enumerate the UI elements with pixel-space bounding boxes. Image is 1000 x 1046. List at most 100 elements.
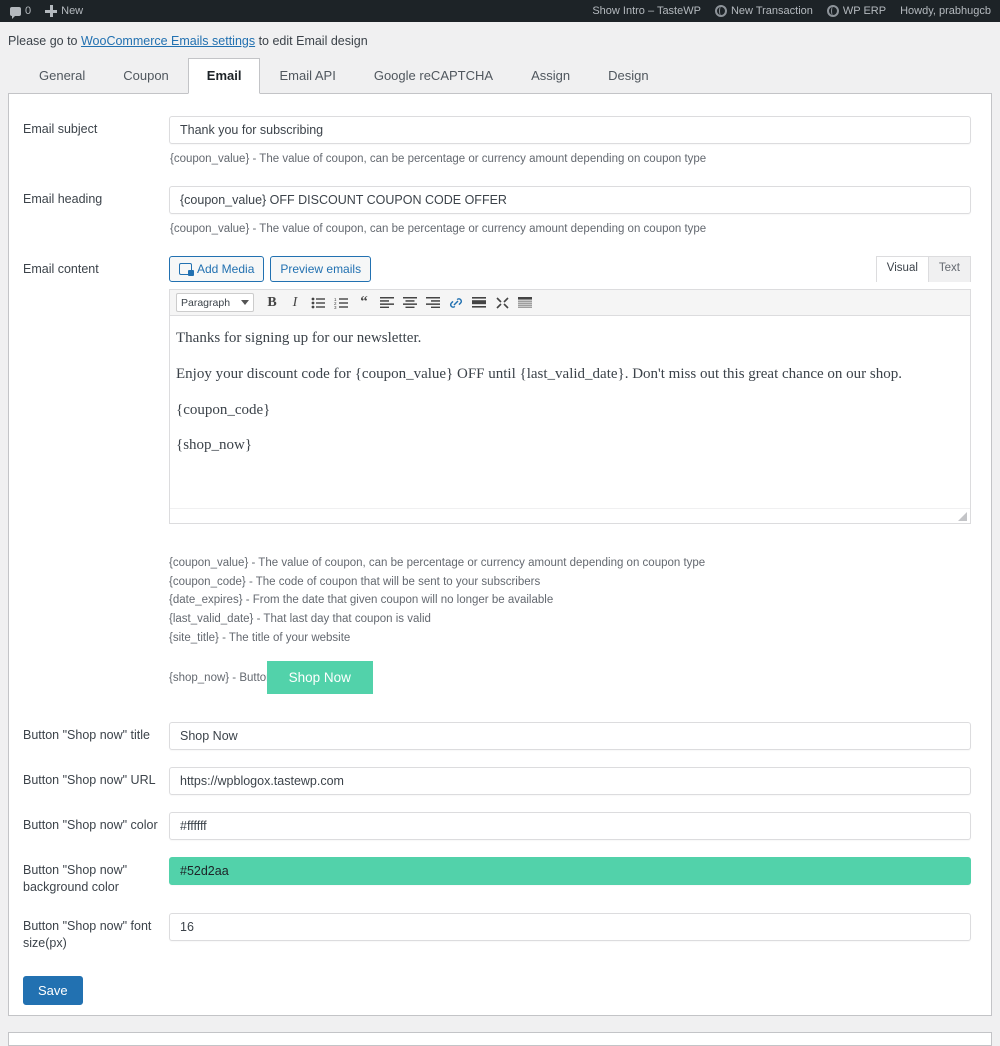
editor-footer xyxy=(170,508,970,524)
svg-text:3: 3 xyxy=(334,305,337,309)
field-row-email-content: Email content Add Media Preview emails V… xyxy=(9,256,991,695)
wp-erp-label: WP ERP xyxy=(842,5,887,17)
notice-text-after: to edit Email design xyxy=(255,34,368,48)
editor-paragraph-1: Thanks for signing up for our newsletter… xyxy=(176,330,422,347)
admin-bar-item-wp-erp[interactable]: WP ERP xyxy=(820,0,893,22)
field-row-email-heading: Email heading {coupon_value} - The value… xyxy=(9,185,991,238)
new-transaction-label: New Transaction xyxy=(730,5,813,17)
editor-paragraph-2: Enjoy your discount code for {coupon_val… xyxy=(176,365,902,382)
label-button-title: Button "Shop now" title xyxy=(23,728,151,743)
admin-bar-item-comments[interactable]: 0 xyxy=(6,0,38,22)
hint-email-subject: {coupon_value} - The value of coupon, ca… xyxy=(170,152,707,165)
chevron-down-icon xyxy=(241,300,249,306)
shortcode-legend: {coupon_value} - The value of coupon, ca… xyxy=(169,550,971,647)
bulleted-list-icon[interactable] xyxy=(308,293,328,313)
shop-now-preview-row: {shop_now} - Button Shop Now xyxy=(169,661,971,695)
label-email-subject: Email subject xyxy=(23,121,98,136)
editor-paragraph-3: {coupon_code} xyxy=(176,401,271,418)
admin-bar-right: Show Intro – TasteWP New Transaction WP … xyxy=(585,0,1000,22)
media-icon xyxy=(179,263,194,277)
label-email-heading: Email heading xyxy=(23,191,103,206)
editor-content-area[interactable]: Thanks for signing up for our newsletter… xyxy=(170,316,970,508)
tab-design[interactable]: Design xyxy=(589,58,667,94)
link-icon[interactable] xyxy=(446,293,466,313)
editor-resize-handle[interactable] xyxy=(958,512,967,522)
field-row-button-title: Button "Shop now" title xyxy=(9,722,991,751)
panel-bottom-strip xyxy=(8,1031,992,1046)
editor-tab-text[interactable]: Text xyxy=(927,256,971,282)
admin-bar: 0 New Show Intro – TasteWP New Transacti… xyxy=(0,0,1000,22)
editor-tab-visual[interactable]: Visual xyxy=(875,256,929,282)
italic-icon[interactable]: I xyxy=(285,293,305,313)
format-select-value: Paragraph xyxy=(181,296,231,309)
shortcode-item: {last_valid_date} - That last day that c… xyxy=(169,612,431,625)
field-row-email-subject: Email subject {coupon_value} - The value… xyxy=(9,115,991,168)
email-settings-panel: Email subject {coupon_value} - The value… xyxy=(8,93,992,1016)
tab-email-api[interactable]: Email API xyxy=(260,58,354,94)
field-row-button-url: Button "Shop now" URL xyxy=(9,767,991,796)
numbered-list-icon[interactable]: 123 xyxy=(331,293,351,313)
shortcode-item: {site_title} - The title of your website xyxy=(169,631,351,644)
button-color-input[interactable] xyxy=(169,812,971,841)
blockquote-icon[interactable]: “ xyxy=(354,293,374,313)
comment-icon xyxy=(10,6,21,19)
label-button-font-size: Button "Shop now" font size(px) xyxy=(23,918,152,950)
admin-bar-left: 0 New xyxy=(0,0,90,22)
bold-icon[interactable]: B xyxy=(262,293,282,313)
editor-mode-tabs: Visual Text xyxy=(875,256,971,282)
tab-coupon[interactable]: Coupon xyxy=(104,58,188,94)
shop-now-shortcode-label: {shop_now} - Button xyxy=(169,671,273,684)
save-button[interactable]: Save xyxy=(23,975,83,1005)
button-bg-color-input[interactable] xyxy=(169,857,971,886)
format-select[interactable]: Paragraph xyxy=(176,293,254,313)
align-left-icon[interactable] xyxy=(377,293,397,313)
settings-tabs-wrapper: General Coupon Email Email API Google re… xyxy=(0,58,1000,94)
label-button-url: Button "Shop now" URL xyxy=(23,773,156,788)
admin-bar-item-show-intro[interactable]: Show Intro – TasteWP xyxy=(585,0,708,22)
tab-google-recaptcha[interactable]: Google reCAPTCHA xyxy=(355,58,512,94)
howdy-label: Howdy, prabhugcb xyxy=(900,5,991,17)
align-right-icon[interactable] xyxy=(423,293,443,313)
hint-email-heading: {coupon_value} - The value of coupon, ca… xyxy=(170,222,707,235)
button-font-size-input[interactable] xyxy=(169,912,971,941)
email-heading-input[interactable] xyxy=(169,185,971,214)
shop-now-preview-button[interactable]: Shop Now xyxy=(266,661,373,695)
wysiwyg-editor: Paragraph B I 123 “ Thanks for signing u… xyxy=(169,289,971,525)
editor-paragraph-4: {shop_now} xyxy=(176,437,253,454)
admin-bar-item-howdy[interactable]: Howdy, prabhugcb xyxy=(893,0,998,22)
field-row-button-bg-color: Button "Shop now" background color xyxy=(9,857,991,896)
label-button-bg-color: Button "Shop now" background color xyxy=(23,863,128,895)
read-more-icon[interactable] xyxy=(469,293,489,313)
settings-tabs: General Coupon Email Email API Google re… xyxy=(8,58,992,94)
button-url-input[interactable] xyxy=(169,767,971,796)
preview-emails-button[interactable]: Preview emails xyxy=(270,256,372,283)
save-row: Save xyxy=(9,956,991,1005)
field-row-button-font-size: Button "Shop now" font size(px) xyxy=(9,912,991,952)
admin-bar-item-new[interactable]: New xyxy=(38,0,90,22)
add-media-label: Add Media xyxy=(197,262,255,277)
woocommerce-emails-settings-link[interactable]: WooCommerce Emails settings xyxy=(81,34,255,48)
field-row-button-color: Button "Shop now" color xyxy=(9,812,991,841)
globe-icon xyxy=(826,5,839,17)
add-media-button[interactable]: Add Media xyxy=(169,256,265,283)
new-content-label: New xyxy=(61,5,84,17)
globe-icon xyxy=(714,5,727,17)
shortcode-item: {date_expires} - From the date that give… xyxy=(169,594,554,607)
email-design-notice: Please go to WooCommerce Emails settings… xyxy=(0,22,1000,58)
editor-top-row: Add Media Preview emails Visual Text xyxy=(169,256,971,283)
tab-assign[interactable]: Assign xyxy=(512,58,589,94)
fullscreen-icon[interactable] xyxy=(492,293,512,313)
button-title-input[interactable] xyxy=(169,722,971,751)
align-center-icon[interactable] xyxy=(400,293,420,313)
toolbar-toggle-icon[interactable] xyxy=(515,293,535,313)
tab-email[interactable]: Email xyxy=(187,58,261,94)
label-button-color: Button "Shop now" color xyxy=(23,818,158,833)
notice-text-before: Please go to xyxy=(8,34,81,48)
email-subject-input[interactable] xyxy=(169,115,971,144)
admin-bar-item-new-transaction[interactable]: New Transaction xyxy=(708,0,820,22)
plus-icon xyxy=(45,5,58,17)
comments-count-label: 0 xyxy=(25,5,32,17)
editor-toolbar: Paragraph B I 123 “ xyxy=(170,290,970,317)
shortcode-item: {coupon_code} - The code of coupon that … xyxy=(169,575,541,588)
tab-general[interactable]: General xyxy=(20,58,104,94)
